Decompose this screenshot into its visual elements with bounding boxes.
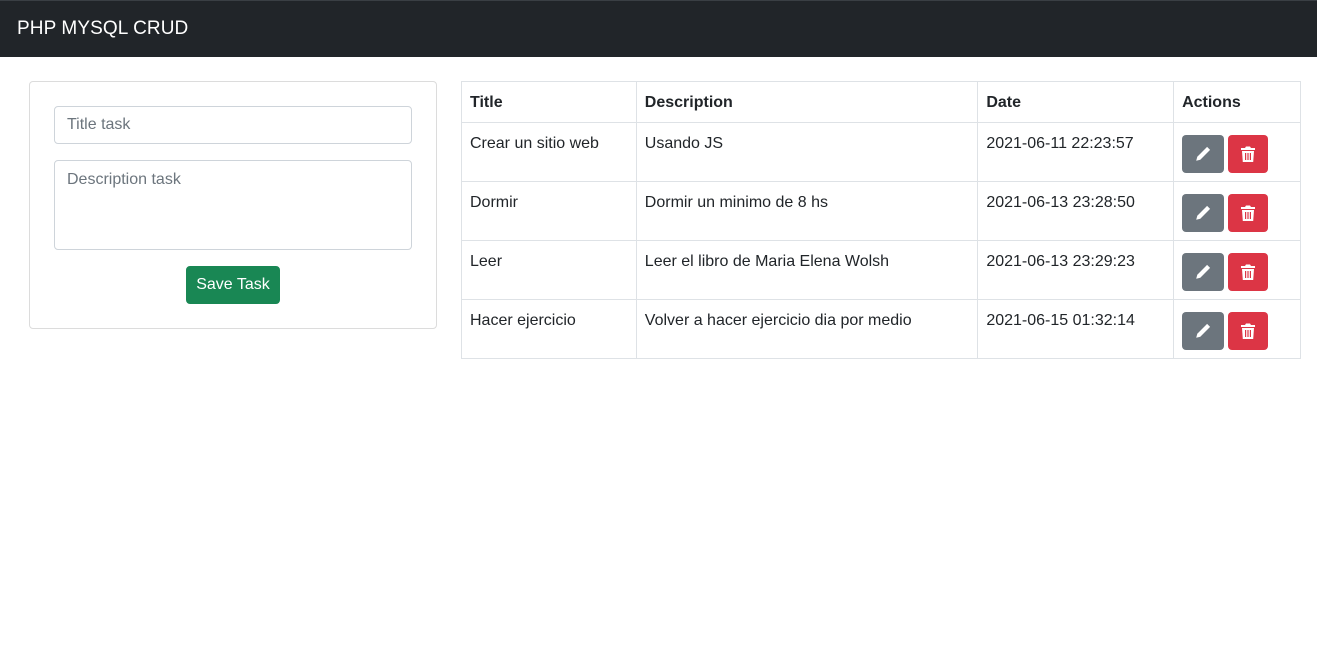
cell-title: Dormir [461,181,637,241]
description-textarea[interactable] [54,160,412,250]
cell-date: 2021-06-13 23:29:23 [977,240,1175,300]
cell-description: Volver a hacer ejercicio dia por medio [635,299,979,359]
cell-date: 2021-06-13 23:28:50 [977,181,1175,241]
cell-title: Hacer ejercicio [461,299,637,359]
pencil-icon [1196,323,1211,338]
pencil-icon [1196,205,1211,220]
cell-actions [1173,181,1301,241]
cell-actions [1173,240,1301,300]
edit-button[interactable] [1182,312,1225,350]
header-row: Title Description Date Actions [461,81,1301,123]
cell-actions [1173,122,1301,182]
cell-title: Leer [461,240,637,300]
table-row: Leer Leer el libro de Maria Elena Wolsh … [461,240,1301,300]
table-row: Crear un sitio web Usando JS 2021-06-11 … [461,122,1301,182]
cell-title: Crear un sitio web [461,122,637,182]
cell-date: 2021-06-15 01:32:14 [977,299,1175,359]
header-title: Title [461,81,637,123]
trash-icon [1241,205,1256,221]
edit-button[interactable] [1182,135,1225,173]
title-input[interactable] [54,106,412,144]
cell-description: Usando JS [635,122,979,182]
tasks-table: Title Description Date Actions Crear un … [461,81,1301,359]
table-body: Crear un sitio web Usando JS 2021-06-11 … [461,122,1301,359]
table-row: Dormir Dormir un minimo de 8 hs 2021-06-… [461,181,1301,241]
save-task-button[interactable]: Save Task [186,266,280,304]
table-row: Hacer ejercicio Volver a hacer ejercicio… [461,299,1301,359]
header-date: Date [977,81,1175,123]
delete-button[interactable] [1228,253,1269,291]
header-actions: Actions [1173,81,1301,123]
cell-date: 2021-06-11 22:23:57 [977,122,1175,182]
delete-button[interactable] [1228,312,1269,350]
header-description: Description [635,81,979,123]
trash-icon [1241,264,1256,280]
pencil-icon [1196,146,1211,161]
task-form-card: Save Task [29,81,437,329]
delete-button[interactable] [1228,194,1269,232]
cell-description: Dormir un minimo de 8 hs [635,181,979,241]
edit-button[interactable] [1182,253,1225,291]
table-header: Title Description Date Actions [461,81,1301,123]
delete-button[interactable] [1228,135,1269,173]
cell-actions [1173,299,1301,359]
navbar-brand[interactable]: PHP MYSQL CRUD [17,18,188,40]
trash-icon [1241,323,1256,339]
trash-icon [1241,146,1256,162]
pencil-icon [1196,264,1211,279]
edit-button[interactable] [1182,194,1225,232]
cell-description: Leer el libro de Maria Elena Wolsh [635,240,979,300]
navbar: PHP MYSQL CRUD [0,0,1317,57]
